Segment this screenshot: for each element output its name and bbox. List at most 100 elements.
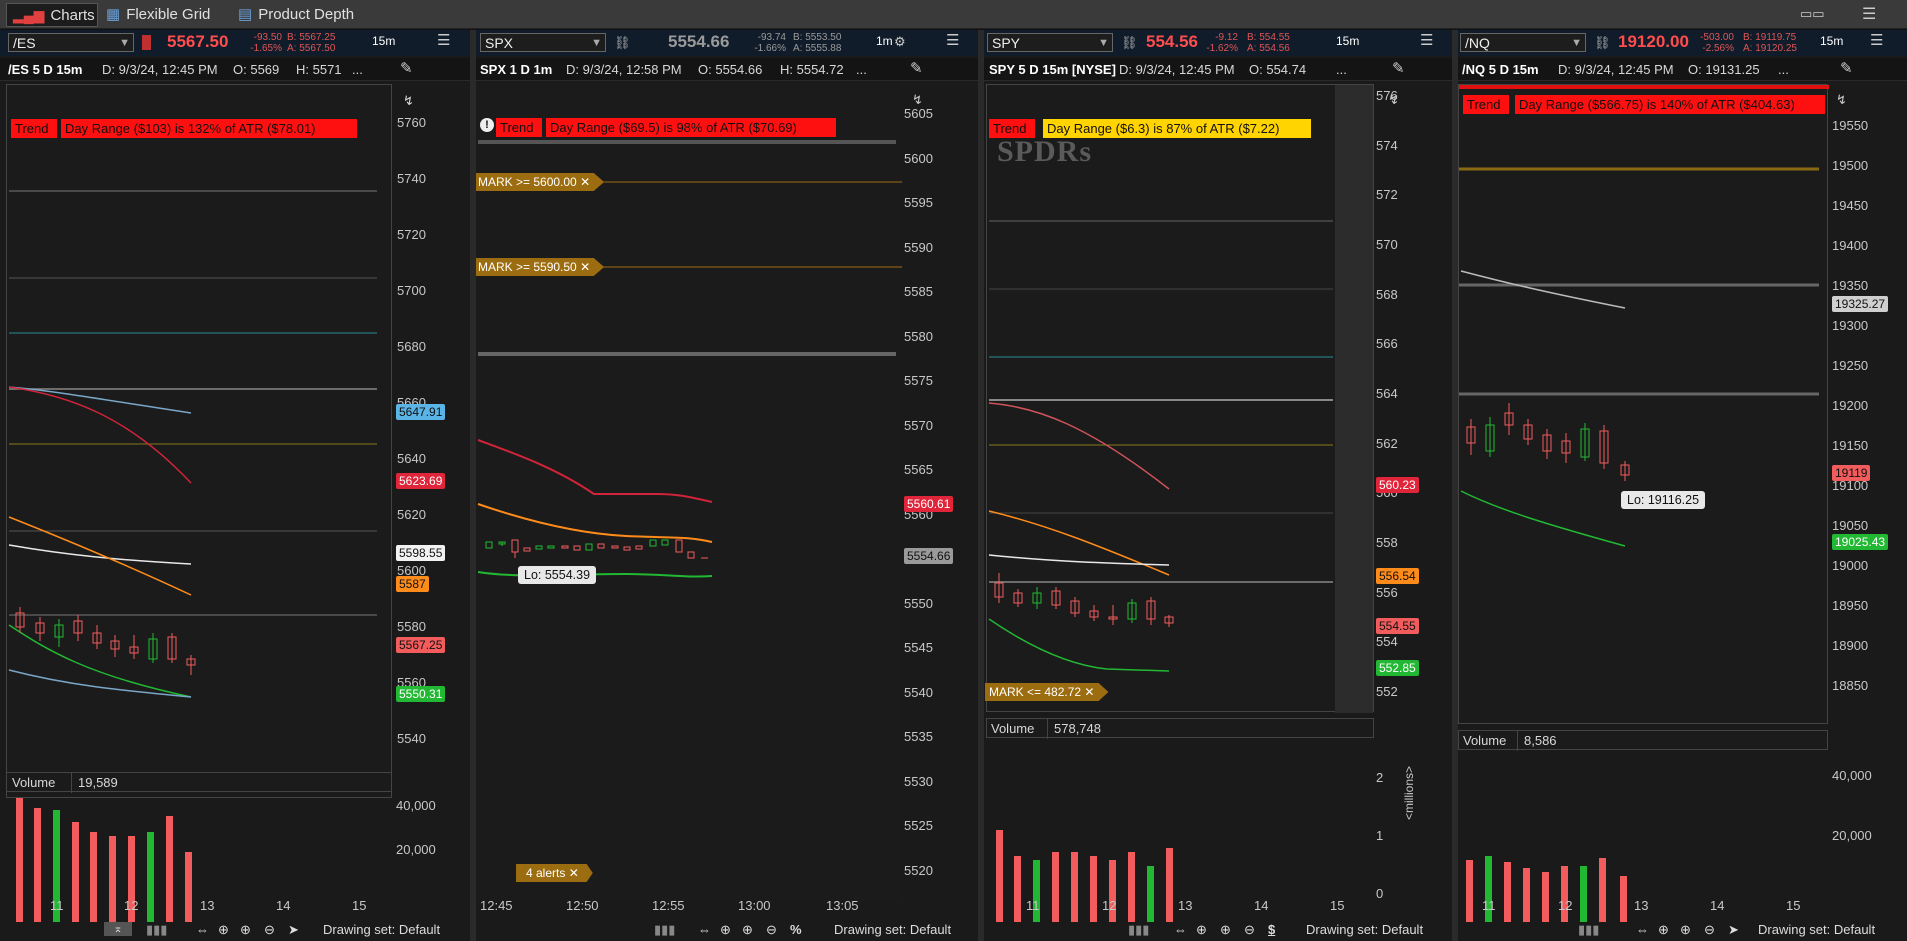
trend-badge[interactable]: Trend	[11, 119, 57, 138]
expand-icon[interactable]: ⌅	[104, 922, 132, 936]
trend-badge[interactable]: Trend	[1463, 95, 1509, 114]
alert-icon[interactable]: !	[480, 118, 494, 132]
drawing-set-label[interactable]: Drawing set: Default	[1306, 922, 1423, 937]
zoom-out-icon[interactable]: ⊖	[264, 922, 275, 938]
zoom-out-icon[interactable]: ⊖	[1244, 922, 1255, 938]
day-range-badge[interactable]: Day Range ($6.3) is 87% of ATR ($7.22)	[1043, 119, 1311, 138]
pointer-icon[interactable]: ➤	[1728, 922, 1739, 938]
timeframe-button[interactable]: 15m	[1820, 34, 1843, 48]
scroll-bar[interactable]: ▮▮▮	[1128, 922, 1149, 938]
drawing-set-label[interactable]: Drawing set: Default	[834, 922, 951, 937]
drawing-set-label[interactable]: Drawing set: Default	[323, 922, 440, 937]
pan-icon[interactable]: ⇔	[196, 922, 209, 937]
price-chart[interactable]: Trend Day Range ($103) is 132% of ATR ($…	[6, 84, 426, 798]
settings-icon[interactable]: ⚙	[894, 34, 906, 50]
close-icon[interactable]: ✕	[580, 260, 590, 274]
panel-menu-icon[interactable]: ☰	[1420, 33, 1436, 49]
x-tick: 12	[1102, 898, 1117, 913]
change-pct: -1.62%	[1206, 43, 1238, 54]
alerts-count-tag[interactable]: 4 alerts ✕	[516, 864, 593, 882]
scroll-bar[interactable]: ▮▮▮	[654, 922, 675, 938]
layout-icon[interactable]: ▭▭	[1800, 6, 1825, 22]
zoom-in-icon[interactable]: ⊕	[742, 922, 753, 938]
volume-label: Volume	[12, 775, 56, 790]
y-tick: 19550	[1832, 118, 1869, 133]
scroll-bar[interactable]: ▮▮▮	[1578, 922, 1599, 938]
price-chart[interactable]: Trend Day Range ($566.75) is 140% of ATR…	[1458, 84, 1829, 724]
link-icon[interactable]	[142, 35, 151, 50]
cursor-tool-icon[interactable]: ↯	[403, 93, 414, 109]
trend-badge[interactable]: Trend	[496, 118, 542, 137]
close-icon[interactable]: ✕	[580, 175, 590, 189]
style-icon[interactable]: ✎	[1840, 59, 1853, 77]
pan-icon[interactable]: ⇔	[1174, 922, 1187, 937]
last-price: 5554.66	[668, 32, 730, 51]
y-tick: 19350	[1832, 278, 1869, 293]
symbol-selector[interactable]: SPX ▼	[480, 33, 606, 52]
day-range-badge[interactable]: Day Range ($566.75) is 140% of ATR ($404…	[1515, 95, 1825, 114]
dollar-icon[interactable]: $	[1268, 922, 1275, 937]
style-icon[interactable]: ✎	[1392, 59, 1405, 77]
zoom-in-icon[interactable]: ⊕	[240, 922, 251, 938]
y-tick: 576	[1376, 88, 1398, 103]
style-icon[interactable]: ✎	[910, 59, 923, 77]
trend-badge[interactable]: Trend	[989, 119, 1035, 138]
bid-ask: B: 5567.25 A: 5567.50	[287, 32, 335, 54]
chart-bottom-bar: ⌅ ▮▮▮ ⇔ ⊕ ⊕ ⊖ ➤ Drawing set: Default	[0, 919, 470, 941]
symbol-selector[interactable]: /NQ ▼	[1460, 33, 1586, 52]
tab-flexible-grid[interactable]: ▦ Flexible Grid	[100, 3, 216, 25]
zoom-in-icon[interactable]: ⊕	[1680, 922, 1691, 938]
tab-product-depth[interactable]: ▤ Product Depth	[232, 3, 360, 25]
timeframe-button[interactable]: 1m	[876, 34, 893, 48]
close-icon[interactable]: ✕	[1084, 685, 1094, 699]
style-icon[interactable]: ✎	[400, 59, 413, 77]
price-chart[interactable]: ! Trend Day Range ($69.5) is 98% of ATR …	[476, 84, 902, 902]
ask-value: A: 5555.88	[793, 43, 842, 54]
tab-charts-label: Charts	[50, 6, 95, 24]
crosshair-icon[interactable]: ⊕	[1196, 922, 1207, 938]
crosshair-icon[interactable]: ⊕	[1658, 922, 1669, 938]
y-tick: 5680	[397, 339, 426, 354]
tab-charts[interactable]: ▂▄▆ Charts	[6, 3, 98, 27]
timeframe-button[interactable]: 15m	[1336, 34, 1359, 48]
cursor-tool-icon[interactable]: ↯	[1836, 92, 1847, 108]
zoom-out-icon[interactable]: ⊖	[766, 922, 777, 938]
y-tick: 5540	[397, 731, 426, 746]
menu-icon[interactable]: ☰	[1862, 4, 1876, 24]
link-icon[interactable]: ⛓	[1594, 35, 1611, 51]
price-tag: 19025.43	[1832, 534, 1889, 550]
scroll-bar[interactable]: ▮▮▮	[146, 922, 167, 938]
percent-icon[interactable]: %	[790, 922, 802, 937]
pointer-icon[interactable]: ➤	[288, 922, 299, 938]
panel-menu-icon[interactable]: ☰	[437, 33, 453, 49]
link-icon[interactable]: ⛓	[1121, 35, 1138, 51]
pan-icon[interactable]: ⇔	[1636, 922, 1649, 937]
alert-tag[interactable]: MARK <= 482.72 ✕	[985, 683, 1109, 701]
crosshair-icon[interactable]: ⊕	[720, 922, 731, 938]
zoom-in-icon[interactable]: ⊕	[1220, 922, 1231, 938]
link-icon[interactable]: ⛓	[614, 35, 631, 51]
panel-menu-icon[interactable]: ☰	[946, 33, 962, 49]
symbol-selector[interactable]: /ES ▼	[8, 33, 134, 52]
y-tick: 5580	[397, 619, 426, 634]
x-tick: 12	[124, 898, 139, 913]
crosshair-icon[interactable]: ⊕	[218, 922, 229, 938]
x-tick: 13:05	[826, 898, 859, 913]
drawing-set-label[interactable]: Drawing set: Default	[1758, 922, 1875, 937]
pan-icon[interactable]: ⇔	[698, 922, 711, 937]
last-price: 554.56	[1146, 32, 1198, 51]
zoom-out-icon[interactable]: ⊖	[1704, 922, 1715, 938]
symbol-selector[interactable]: SPY ▼	[987, 33, 1113, 52]
x-tick: 14	[276, 898, 291, 913]
close-icon[interactable]: ✕	[569, 866, 579, 880]
day-range-badge[interactable]: Day Range ($103) is 132% of ATR ($78.01)	[61, 119, 357, 138]
alert-tag[interactable]: MARK >= 5600.00 ✕	[476, 173, 605, 191]
day-range-badge[interactable]: Day Range ($69.5) is 98% of ATR ($70.69)	[546, 118, 836, 137]
panel-menu-icon[interactable]: ☰	[1870, 33, 1886, 49]
timeframe-button[interactable]: 15m	[372, 34, 395, 48]
chart-bottom-bar: ▮▮▮ ⇔ ⊕ ⊕ ⊖ $ Drawing set: Default	[984, 919, 1452, 941]
alert-tag[interactable]: MARK >= 5590.50 ✕	[476, 258, 605, 276]
price-tag: 5598.55	[396, 545, 446, 561]
price-chart[interactable]: SPDRs Trend Day Range ($6.3) is 87% of A…	[985, 84, 1374, 713]
volume-tick: 20,000	[396, 842, 436, 857]
